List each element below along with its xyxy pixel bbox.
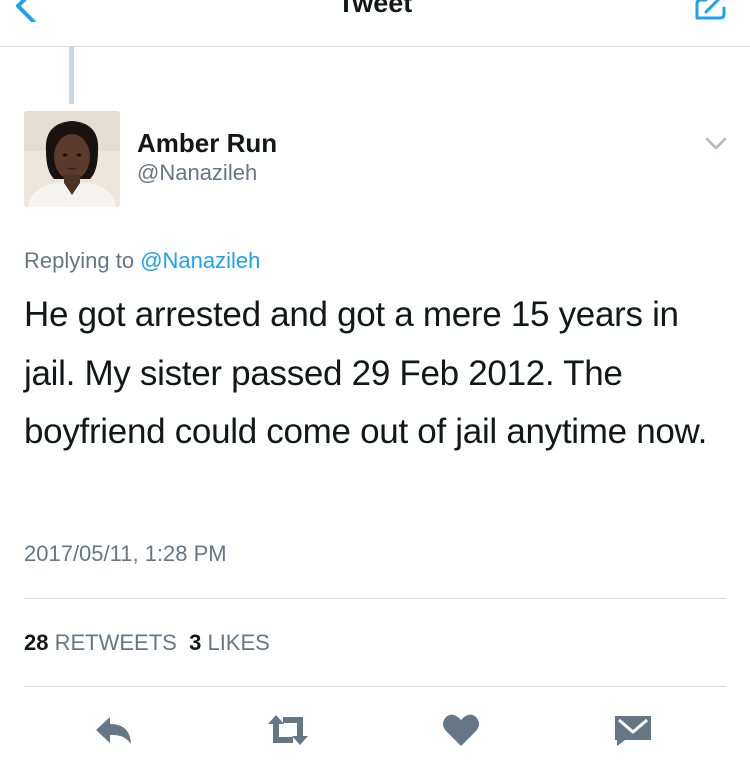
direct-message-button[interactable] [613,712,653,748]
profile-photo [24,111,120,207]
replying-to: Replying to @Nanazileh [24,248,260,274]
compose-button[interactable] [694,0,728,22]
retweet-icon [268,715,308,745]
username[interactable]: @Nanazileh [137,160,257,186]
timestamp: 2017/05/11, 1:28 PM [24,541,227,566]
likes-stat[interactable]: 3 LIKES [189,630,270,655]
page-title: Tweet [337,0,413,18]
envelope-icon [615,716,651,746]
tweet-stats: 28 RETWEETS 3 LIKES [24,630,270,656]
retweet-button[interactable] [266,712,310,748]
retweets-label: RETWEETS [54,630,177,655]
divider [24,598,726,599]
like-button[interactable] [442,712,480,748]
retweets-stat[interactable]: 28 RETWEETS [24,630,177,655]
likes-count: 3 [189,630,202,655]
avatar[interactable] [24,111,120,207]
likes-label: LIKES [207,630,270,655]
reply-button[interactable] [94,712,134,748]
thread-line [69,46,74,104]
tweet-text: He got arrested and got a mere 15 years … [24,295,707,451]
replying-to-mention[interactable]: @Nanazileh [140,248,260,273]
chevron-down-icon [705,137,727,150]
replying-prefix: Replying to [24,248,141,273]
nav-bar: Tweet [0,0,750,47]
retweets-count: 28 [24,630,49,655]
display-name[interactable]: Amber Run [137,128,277,159]
compose-icon [695,0,726,20]
more-options-button[interactable] [704,136,728,152]
divider [24,686,726,687]
heart-icon [443,714,479,746]
reply-icon [96,717,131,744]
